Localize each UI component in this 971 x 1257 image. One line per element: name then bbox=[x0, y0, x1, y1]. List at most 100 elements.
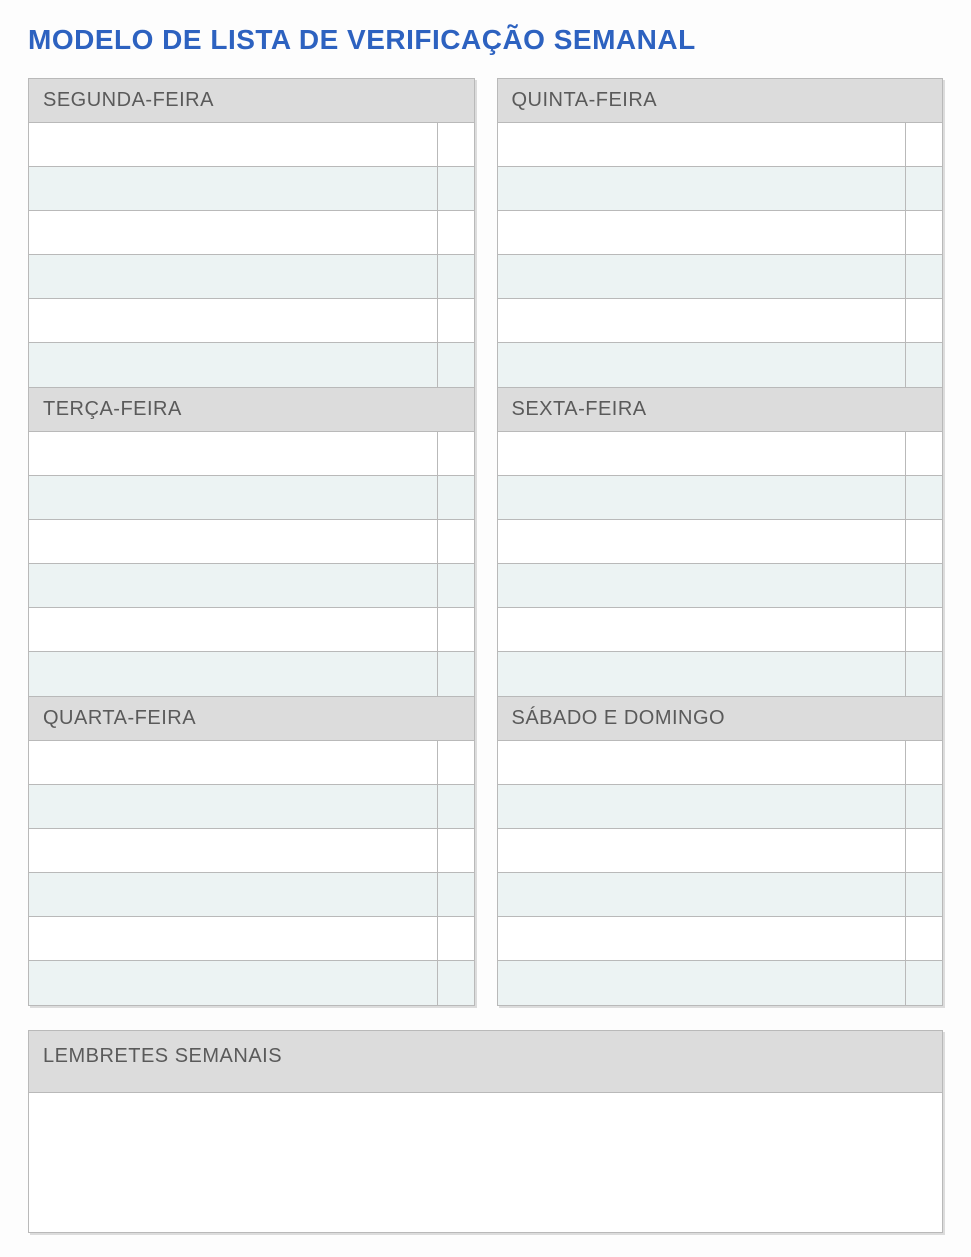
task-cell[interactable] bbox=[498, 476, 907, 519]
task-cell[interactable] bbox=[498, 873, 907, 916]
task-row bbox=[29, 564, 474, 608]
task-row bbox=[29, 829, 474, 873]
task-row bbox=[29, 167, 474, 211]
task-row bbox=[498, 917, 943, 961]
task-cell[interactable] bbox=[498, 829, 907, 872]
task-cell[interactable] bbox=[498, 564, 907, 607]
task-row bbox=[498, 961, 943, 1005]
check-cell[interactable] bbox=[906, 785, 942, 828]
day-header: QUARTA-FEIRA bbox=[29, 697, 474, 741]
check-cell[interactable] bbox=[438, 917, 474, 960]
task-cell[interactable] bbox=[498, 961, 907, 1005]
check-cell[interactable] bbox=[906, 829, 942, 872]
task-cell[interactable] bbox=[498, 255, 907, 298]
task-row bbox=[29, 343, 474, 387]
task-cell[interactable] bbox=[29, 785, 438, 828]
task-row bbox=[29, 211, 474, 255]
day-header: SEXTA-FEIRA bbox=[498, 388, 943, 432]
check-cell[interactable] bbox=[906, 520, 942, 563]
check-cell[interactable] bbox=[906, 123, 942, 166]
check-cell[interactable] bbox=[906, 961, 942, 1005]
task-cell[interactable] bbox=[29, 564, 438, 607]
check-cell[interactable] bbox=[906, 255, 942, 298]
check-cell[interactable] bbox=[438, 785, 474, 828]
day-block: QUARTA-FEIRA bbox=[28, 697, 475, 1006]
task-cell[interactable] bbox=[29, 476, 438, 519]
task-cell[interactable] bbox=[29, 741, 438, 784]
task-cell[interactable] bbox=[498, 343, 907, 387]
check-cell[interactable] bbox=[906, 741, 942, 784]
check-cell[interactable] bbox=[438, 123, 474, 166]
task-row bbox=[498, 652, 943, 696]
task-cell[interactable] bbox=[498, 520, 907, 563]
task-row bbox=[29, 785, 474, 829]
task-row bbox=[29, 299, 474, 343]
check-cell[interactable] bbox=[906, 167, 942, 210]
task-cell[interactable] bbox=[498, 123, 907, 166]
task-cell[interactable] bbox=[29, 873, 438, 916]
task-row bbox=[498, 123, 943, 167]
task-cell[interactable] bbox=[498, 299, 907, 342]
task-cell[interactable] bbox=[29, 167, 438, 210]
day-header: SÁBADO E DOMINGO bbox=[498, 697, 943, 741]
check-cell[interactable] bbox=[438, 829, 474, 872]
check-cell[interactable] bbox=[438, 167, 474, 210]
check-cell[interactable] bbox=[438, 255, 474, 298]
task-row bbox=[498, 564, 943, 608]
task-cell[interactable] bbox=[29, 917, 438, 960]
check-cell[interactable] bbox=[438, 432, 474, 475]
reminders-header: LEMBRETES SEMANAIS bbox=[29, 1031, 942, 1092]
check-cell[interactable] bbox=[438, 343, 474, 387]
task-cell[interactable] bbox=[498, 652, 907, 696]
check-cell[interactable] bbox=[906, 476, 942, 519]
check-cell[interactable] bbox=[906, 343, 942, 387]
task-row bbox=[498, 167, 943, 211]
check-cell[interactable] bbox=[438, 873, 474, 916]
task-cell[interactable] bbox=[498, 741, 907, 784]
task-cell[interactable] bbox=[29, 432, 438, 475]
task-cell[interactable] bbox=[29, 123, 438, 166]
day-header: SEGUNDA-FEIRA bbox=[29, 79, 474, 123]
check-cell[interactable] bbox=[906, 432, 942, 475]
task-cell[interactable] bbox=[498, 608, 907, 651]
check-cell[interactable] bbox=[438, 652, 474, 696]
check-cell[interactable] bbox=[906, 299, 942, 342]
check-cell[interactable] bbox=[438, 608, 474, 651]
check-cell[interactable] bbox=[906, 917, 942, 960]
task-cell[interactable] bbox=[29, 211, 438, 254]
check-cell[interactable] bbox=[906, 564, 942, 607]
task-cell[interactable] bbox=[29, 961, 438, 1005]
task-row bbox=[29, 873, 474, 917]
task-row bbox=[498, 873, 943, 917]
check-cell[interactable] bbox=[906, 652, 942, 696]
task-cell[interactable] bbox=[29, 343, 438, 387]
check-cell[interactable] bbox=[438, 961, 474, 1005]
check-cell[interactable] bbox=[438, 211, 474, 254]
task-cell[interactable] bbox=[29, 608, 438, 651]
task-cell[interactable] bbox=[498, 167, 907, 210]
check-cell[interactable] bbox=[906, 873, 942, 916]
task-cell[interactable] bbox=[498, 917, 907, 960]
task-cell[interactable] bbox=[498, 432, 907, 475]
task-row bbox=[29, 476, 474, 520]
task-cell[interactable] bbox=[29, 299, 438, 342]
task-cell[interactable] bbox=[498, 211, 907, 254]
check-cell[interactable] bbox=[906, 211, 942, 254]
check-cell[interactable] bbox=[906, 608, 942, 651]
check-cell[interactable] bbox=[438, 520, 474, 563]
check-cell[interactable] bbox=[438, 299, 474, 342]
task-cell[interactable] bbox=[29, 829, 438, 872]
task-cell[interactable] bbox=[29, 520, 438, 563]
check-cell[interactable] bbox=[438, 741, 474, 784]
task-cell[interactable] bbox=[29, 652, 438, 696]
task-row bbox=[498, 211, 943, 255]
task-row bbox=[498, 432, 943, 476]
task-row bbox=[498, 829, 943, 873]
day-block: SEXTA-FEIRA bbox=[497, 388, 944, 697]
reminders-body[interactable] bbox=[29, 1092, 942, 1232]
task-row bbox=[498, 299, 943, 343]
check-cell[interactable] bbox=[438, 476, 474, 519]
task-cell[interactable] bbox=[498, 785, 907, 828]
task-cell[interactable] bbox=[29, 255, 438, 298]
check-cell[interactable] bbox=[438, 564, 474, 607]
